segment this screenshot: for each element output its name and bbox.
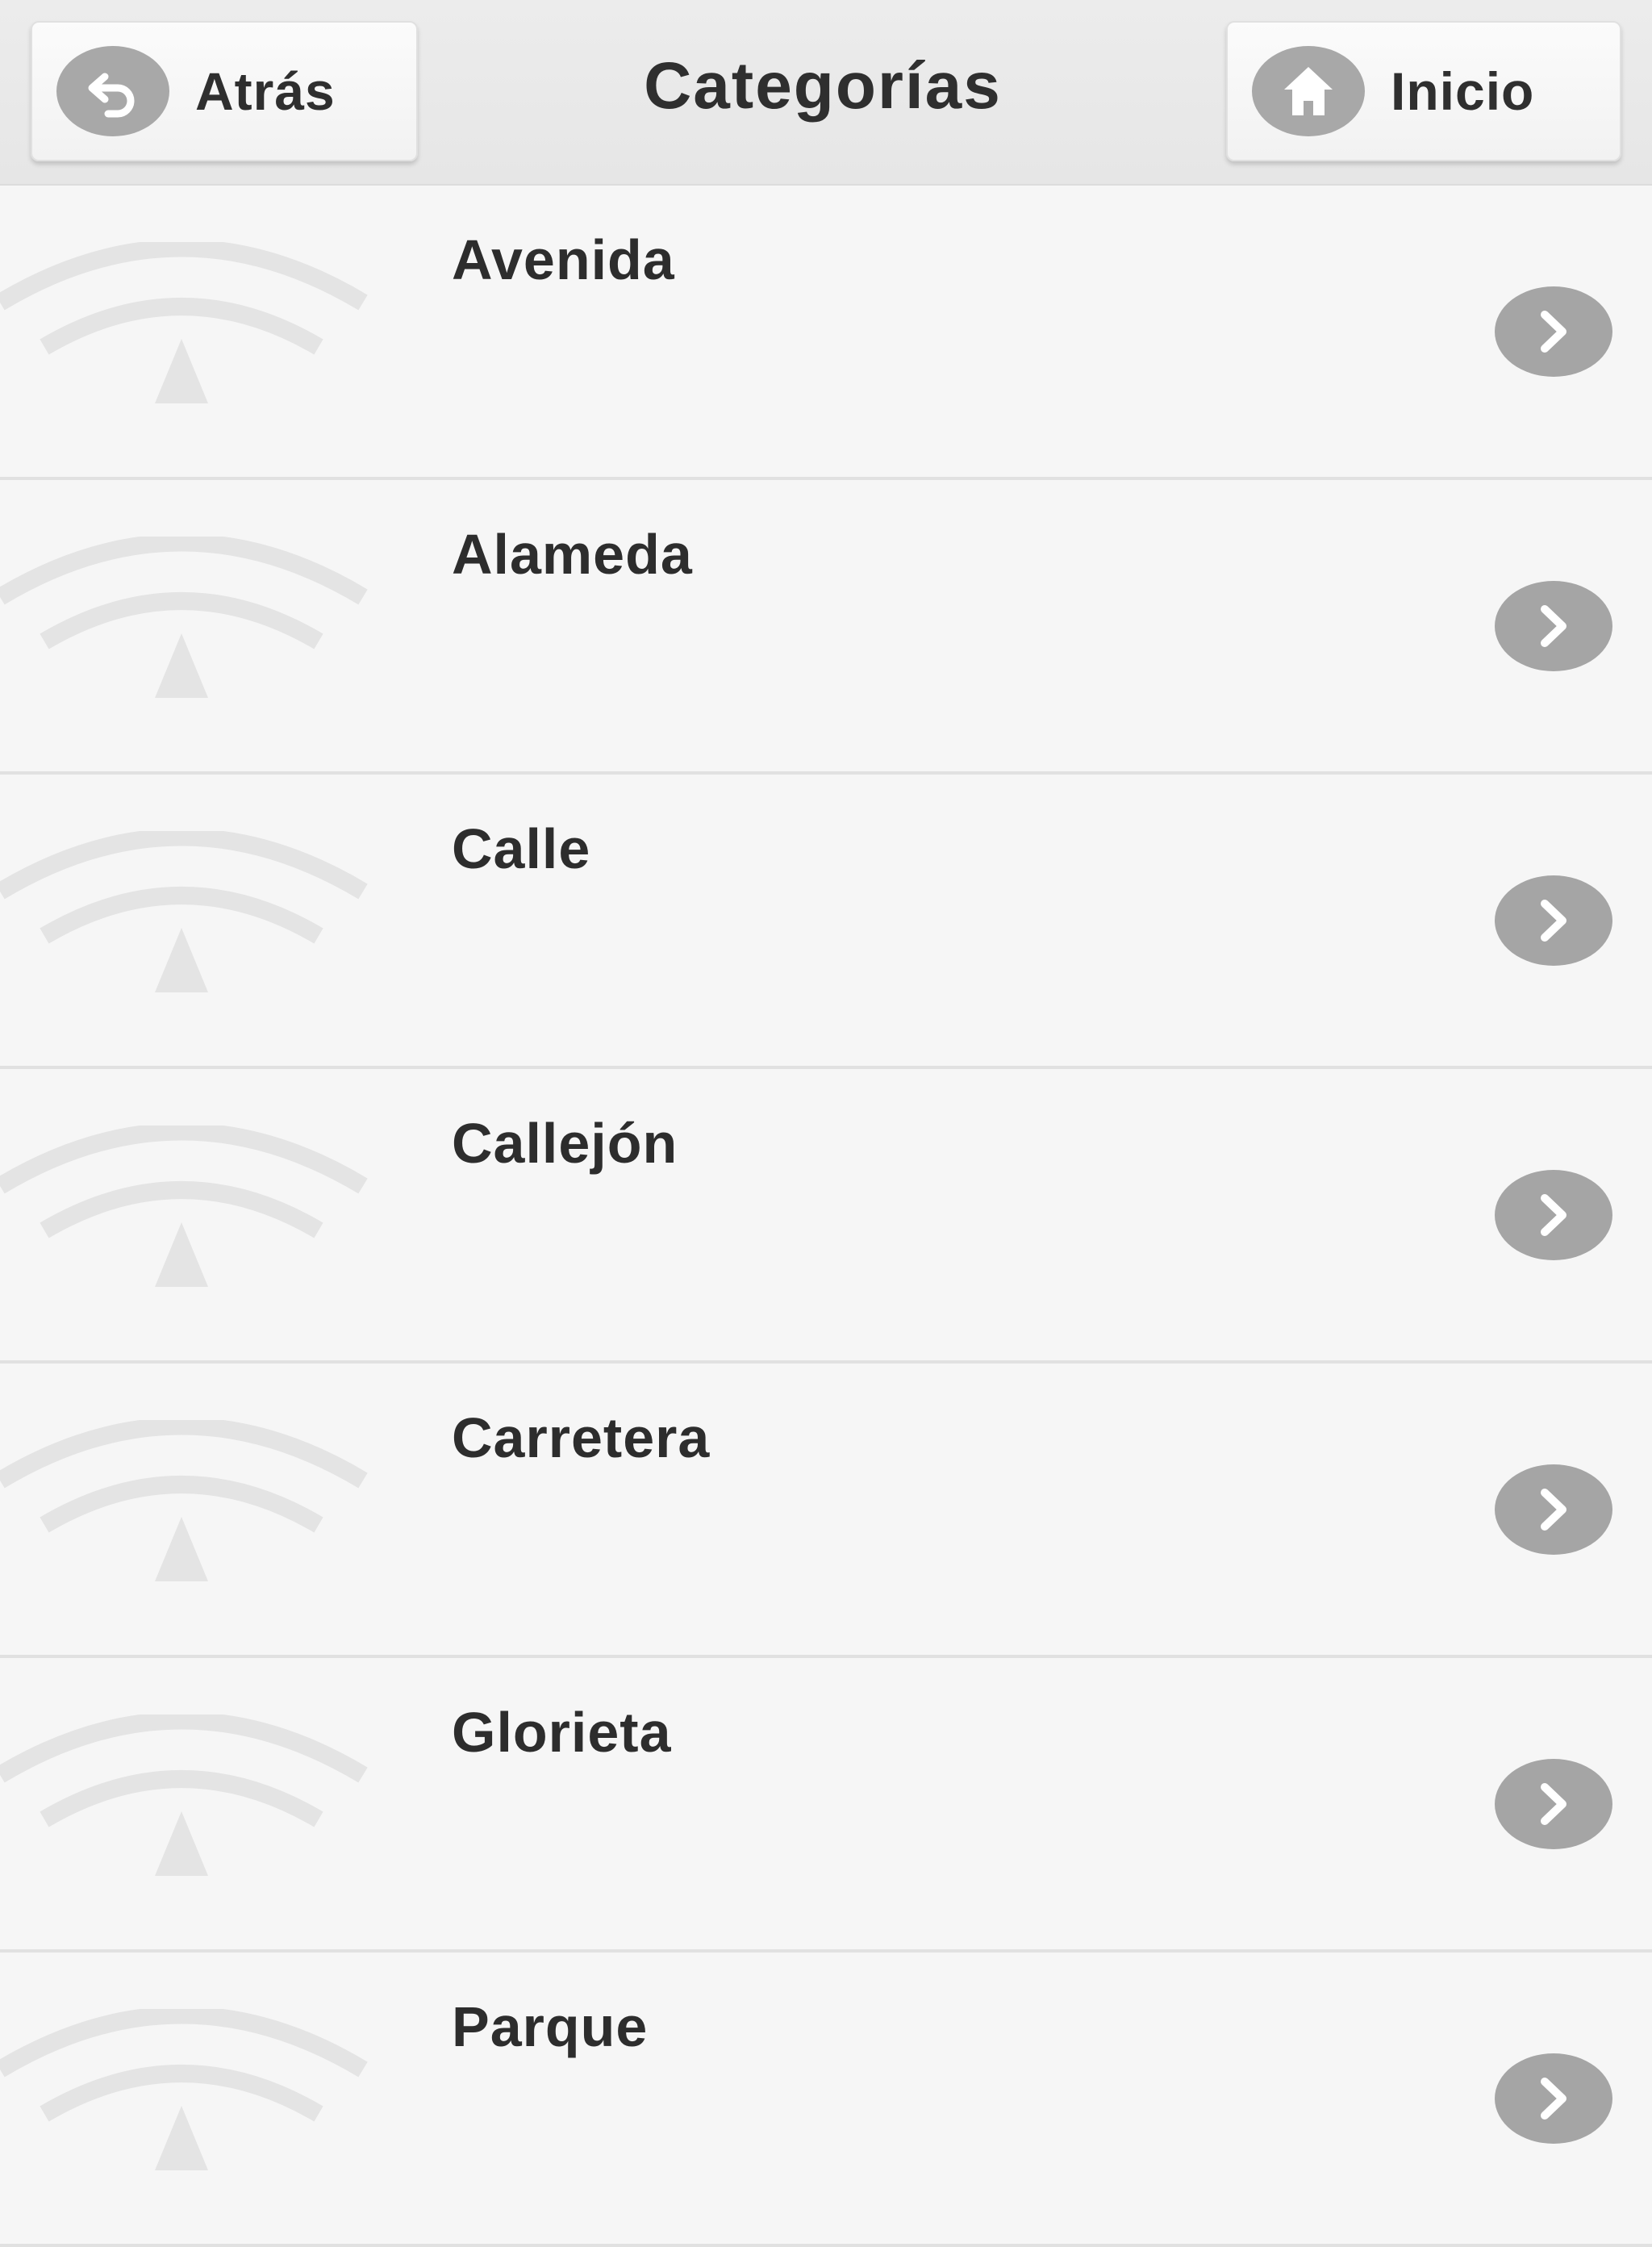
category-label: Calle <box>452 817 591 880</box>
chevron-right-icon[interactable] <box>1495 1759 1612 1849</box>
home-button-label: Inicio <box>1391 61 1535 121</box>
category-label: Carretera <box>452 1406 711 1469</box>
category-item-glorieta[interactable]: Glorieta <box>0 1658 1652 1953</box>
logo-placeholder-icon <box>0 242 368 403</box>
home-icon <box>1252 46 1365 136</box>
back-button-label: Atrás <box>195 61 336 121</box>
category-item-parque[interactable]: Parque <box>0 1953 1652 2247</box>
category-item-callejon[interactable]: Callejón <box>0 1069 1652 1364</box>
back-button[interactable]: Atrás <box>31 21 418 161</box>
logo-placeholder-icon <box>0 831 368 992</box>
logo-placeholder-icon <box>0 2009 368 2170</box>
logo-placeholder-icon <box>0 1714 368 1876</box>
category-item-avenida[interactable]: Avenida <box>0 186 1652 480</box>
category-label: Callejón <box>452 1112 678 1175</box>
category-label: Parque <box>452 1995 649 2058</box>
home-button[interactable]: Inicio <box>1226 21 1621 161</box>
category-label: Alameda <box>452 523 693 586</box>
category-label: Avenida <box>452 228 675 291</box>
category-item-carretera[interactable]: Carretera <box>0 1364 1652 1658</box>
chevron-right-icon[interactable] <box>1495 875 1612 966</box>
category-list: Avenida Alameda Calle Callejón Carretera… <box>0 186 1652 2247</box>
logo-placeholder-icon <box>0 1420 368 1581</box>
back-arrow-icon <box>56 46 169 136</box>
logo-placeholder-icon <box>0 537 368 698</box>
category-label: Glorieta <box>452 1701 672 1764</box>
page-title: Categorías <box>644 49 1002 123</box>
logo-placeholder-icon <box>0 1126 368 1287</box>
chevron-right-icon[interactable] <box>1495 581 1612 671</box>
category-item-calle[interactable]: Calle <box>0 775 1652 1069</box>
chevron-right-icon[interactable] <box>1495 286 1612 377</box>
chevron-right-icon[interactable] <box>1495 1464 1612 1555</box>
chevron-right-icon[interactable] <box>1495 2053 1612 2144</box>
category-item-alameda[interactable]: Alameda <box>0 480 1652 775</box>
header-bar: Atrás Categorías Inicio <box>0 0 1652 186</box>
chevron-right-icon[interactable] <box>1495 1170 1612 1260</box>
